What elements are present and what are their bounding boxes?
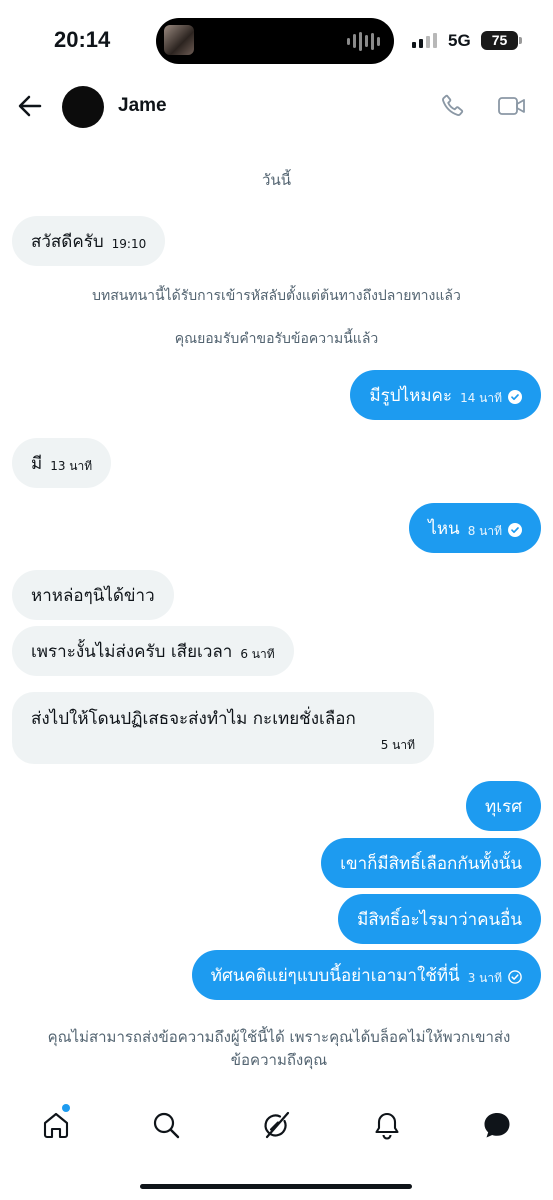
message-text: มีรูปไหมคะ bbox=[369, 385, 453, 406]
message-text: เขาก็มีสิทธิ์เลือกกันทั้งนั้น bbox=[340, 853, 522, 874]
incoming-message[interactable]: หาหล่อๆนิได้ข่าว bbox=[12, 570, 174, 620]
battery-icon: 75 bbox=[481, 31, 518, 50]
message-text: หาหล่อๆนิได้ข่าว bbox=[31, 585, 155, 606]
message-text: ไหน bbox=[428, 518, 460, 539]
back-arrow-icon[interactable] bbox=[16, 92, 44, 120]
battery-level: 75 bbox=[491, 32, 508, 48]
message-time: 19:10 bbox=[111, 237, 147, 251]
notification-dot bbox=[62, 1104, 70, 1112]
outgoing-message[interactable]: ทุเรศ bbox=[466, 781, 541, 831]
outgoing-message[interactable]: มีรูปไหมคะ 14 นาที bbox=[350, 370, 541, 420]
outgoing-message[interactable]: เขาก็มีสิทธิ์เลือกกันทั้งนั้น bbox=[321, 838, 541, 888]
outgoing-message[interactable]: ไหน 8 นาที bbox=[409, 503, 541, 553]
status-bar: 20:14 5G 75 bbox=[0, 0, 553, 80]
read-check-icon bbox=[508, 523, 522, 537]
message-text: ทุเรศ bbox=[485, 796, 522, 817]
battery-cap bbox=[519, 37, 522, 44]
read-check-icon bbox=[508, 390, 522, 404]
date-separator: วันนี้ bbox=[262, 171, 291, 189]
notifications-icon[interactable] bbox=[372, 1110, 402, 1140]
home-icon[interactable] bbox=[41, 1104, 71, 1140]
message-time: 6 นาที bbox=[240, 646, 275, 661]
grok-icon[interactable] bbox=[261, 1110, 291, 1140]
outgoing-message[interactable]: มีสิทธิ์อะไรมาว่าคนอื่น bbox=[338, 894, 541, 944]
message-time: 13 นาที bbox=[50, 458, 93, 473]
message-text: มีสิทธิ์อะไรมาว่าคนอื่น bbox=[357, 909, 522, 930]
message-time: 5 นาที bbox=[380, 738, 415, 752]
network-type: 5G bbox=[448, 31, 471, 50]
encryption-notice: บทสนทนานี้ได้รับการเข้ารหัสลับตั้งแต่ต้น… bbox=[92, 288, 461, 304]
status-time: 20:14 bbox=[54, 27, 111, 52]
message-time: 3 นาที bbox=[467, 970, 502, 985]
message-text: สวัสดีครับ bbox=[31, 231, 104, 252]
audio-waveform-icon bbox=[347, 31, 380, 51]
avatar[interactable] bbox=[62, 86, 104, 128]
media-thumbnail bbox=[164, 25, 194, 55]
chat-header: Jame bbox=[0, 80, 553, 132]
contact-name[interactable]: Jame bbox=[118, 95, 167, 117]
sent-check-icon bbox=[508, 970, 522, 984]
signal-strength-icon bbox=[412, 33, 437, 48]
incoming-message[interactable]: มี 13 นาที bbox=[12, 438, 112, 488]
request-accepted-notice: คุณยอมรับคำขอรับข้อความนี้แล้ว bbox=[174, 331, 379, 347]
message-text: มี bbox=[31, 453, 43, 474]
message-time: 8 นาที bbox=[467, 523, 502, 538]
messages-icon[interactable] bbox=[482, 1110, 512, 1140]
video-icon[interactable] bbox=[497, 93, 527, 119]
search-icon[interactable] bbox=[151, 1110, 181, 1140]
dynamic-island[interactable] bbox=[156, 18, 394, 64]
incoming-message[interactable]: ส่งไปให้โดนปฏิเสธจะส่งทำไม กะเทยชั่งเลือ… bbox=[12, 692, 434, 764]
home-indicator bbox=[140, 1184, 412, 1189]
incoming-message[interactable]: เพราะงั้นไม่ส่งครับ เสียเวลา 6 นาที bbox=[12, 626, 294, 676]
message-text: เพราะงั้นไม่ส่งครับ เสียเวลา bbox=[31, 641, 233, 662]
incoming-message[interactable]: สวัสดีครับ 19:10 bbox=[12, 216, 166, 266]
message-text: ส่งไปให้โดนปฏิเสธจะส่งทำไม กะเทยชั่งเลือ… bbox=[31, 709, 356, 729]
bottom-navigation bbox=[0, 1096, 553, 1156]
message-text: ทัศนคติแย่ๆแบบนี้อย่าเอามาใช้ที่นี่ bbox=[210, 965, 460, 986]
blocked-notice: คุณไม่สามารถส่งข้อความถึงผู้ใช้นี้ได้ เพ… bbox=[47, 1028, 511, 1069]
phone-icon[interactable] bbox=[440, 92, 466, 118]
message-time: 14 นาที bbox=[460, 390, 502, 405]
outgoing-message[interactable]: ทัศนคติแย่ๆแบบนี้อย่าเอามาใช้ที่นี่ 3 นา… bbox=[191, 950, 541, 1000]
